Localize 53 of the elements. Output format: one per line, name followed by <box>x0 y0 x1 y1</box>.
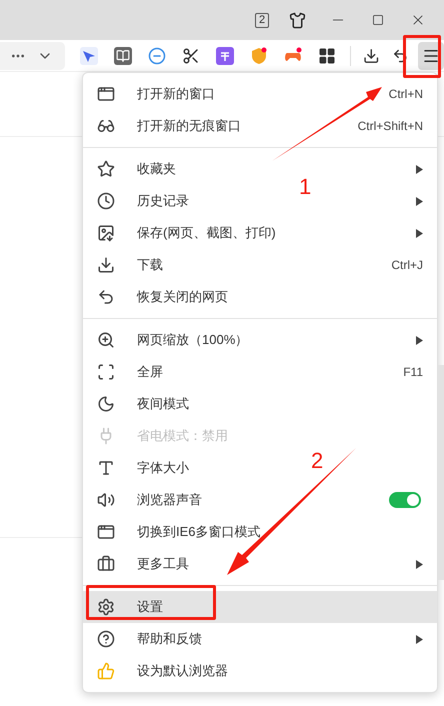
menu-item[interactable]: 下载 <box>137 255 163 275</box>
toggle-switch[interactable] <box>389 492 421 508</box>
menu-item[interactable]: 浏览器声音 <box>137 490 202 510</box>
fullscreen-icon <box>97 363 115 381</box>
download-icon[interactable] <box>363 46 380 64</box>
glasses-icon <box>97 117 115 135</box>
font-icon <box>97 459 115 477</box>
window-icon <box>97 85 115 103</box>
menu-item[interactable]: 收藏夹 <box>137 159 176 179</box>
menu-item[interactable]: 夜间模式 <box>137 394 189 414</box>
shortcut-text: Ctrl+Shift+N <box>358 118 423 135</box>
tab-count-button[interactable]: 2 <box>255 12 269 28</box>
shortcut-text: Ctrl+J <box>391 257 423 274</box>
menu-item[interactable]: 打开新的无痕窗口 <box>137 116 241 136</box>
highlight-frame <box>403 35 441 78</box>
download-icon <box>97 256 115 274</box>
clock-icon <box>97 192 115 210</box>
scissors-icon[interactable] <box>182 46 200 64</box>
menu-item[interactable]: 更多工具 <box>137 554 189 574</box>
blocker-icon[interactable] <box>148 46 166 64</box>
briefcase-icon <box>97 555 115 573</box>
menu-item[interactable]: 切换到IE6多窗口模式 <box>137 522 261 542</box>
menu-item[interactable]: 历史记录 <box>137 191 189 211</box>
window-icon <box>97 523 115 541</box>
image-save-icon <box>97 224 115 242</box>
shortcut-text: Ctrl+N <box>388 86 423 103</box>
book-icon[interactable] <box>114 46 132 64</box>
shirt-icon[interactable] <box>289 12 306 28</box>
thumbs-up-icon <box>97 662 115 680</box>
scrollbar[interactable] <box>438 365 444 580</box>
annotation-number: 1 <box>299 173 312 201</box>
shortcut-text: F11 <box>403 364 423 381</box>
settings-icon <box>97 598 115 616</box>
menu-item[interactable]: 设为默认浏览器 <box>137 661 228 681</box>
menu-item[interactable]: 打开新的窗口 <box>137 84 215 104</box>
shield-icon[interactable] <box>250 46 268 64</box>
menu-item[interactable]: 全屏 <box>137 362 163 382</box>
menu-item[interactable]: 设置 <box>83 591 437 623</box>
menu-item[interactable]: 保存(网页、截图、打印) <box>137 223 276 243</box>
volume-icon <box>97 491 115 509</box>
star-icon <box>97 160 115 178</box>
menu-item[interactable]: 帮助和反馈 <box>137 629 202 649</box>
apps-icon[interactable] <box>318 46 336 64</box>
menu-item[interactable]: 网页缩放（100%） <box>137 330 248 350</box>
help-icon <box>97 630 115 648</box>
moon-icon <box>97 395 115 413</box>
translate-icon[interactable] <box>216 46 234 64</box>
menu-item[interactable]: 恢复关闭的网页 <box>137 287 228 307</box>
annotation-number: 2 <box>311 447 324 475</box>
undo-icon <box>97 288 115 306</box>
zoom-icon <box>97 331 115 349</box>
menu-item[interactable]: 字体大小 <box>137 458 189 478</box>
maximize-icon[interactable] <box>372 14 384 26</box>
